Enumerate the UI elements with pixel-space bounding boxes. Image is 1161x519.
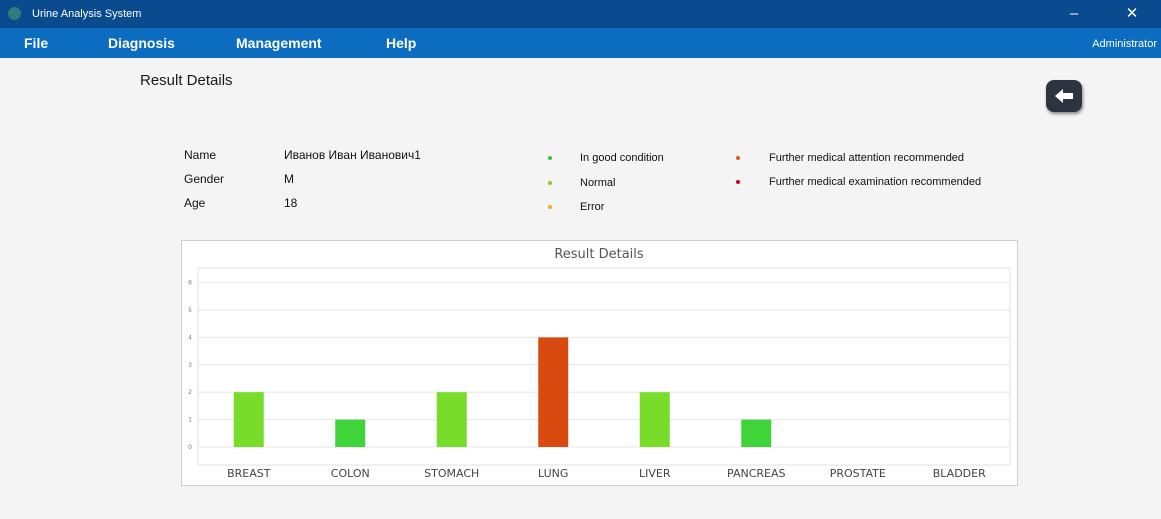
title-bar: Urine Analysis System – ✕ [0, 0, 1161, 28]
age-value: 18 [284, 196, 298, 210]
bar-colon [335, 419, 366, 447]
menu-management[interactable]: Management [236, 35, 322, 51]
x-label-bladder: BLADDER [933, 467, 986, 480]
gender-label: Gender [184, 172, 225, 186]
legend-good: In good condition [580, 152, 664, 164]
legend-dot-attention [736, 156, 740, 160]
bar-chart: Result Details 0 1 2 3 4 5 6 BREAST COLON STOMAC… [188, 247, 1011, 480]
x-label-colon: COLON [331, 467, 370, 480]
y-tick-label: 4 [188, 334, 192, 341]
legend-dot-examination [736, 180, 740, 184]
x-label-stomach: STOMACH [424, 467, 479, 480]
x-label-liver: LIVER [639, 467, 671, 480]
y-tick-label: 5 [188, 307, 192, 314]
back-button[interactable] [1046, 80, 1082, 112]
bar-lung [538, 337, 569, 447]
user-menu[interactable]: Administrator [1092, 38, 1157, 50]
legend-normal: Normal [580, 177, 616, 189]
minimize-button[interactable]: – [1054, 2, 1094, 26]
y-tick-label: 2 [188, 389, 192, 396]
legend-examination: Further medical examination recommended [769, 176, 982, 188]
age-label: Age [184, 196, 206, 210]
legend-dot-error [548, 205, 552, 209]
y-tick-label: 6 [188, 280, 192, 287]
menu-help[interactable]: Help [386, 35, 416, 51]
close-button[interactable]: ✕ [1112, 2, 1152, 26]
x-label-lung: LUNG [538, 467, 568, 480]
y-tick-label: 3 [188, 362, 192, 369]
result-chart: Result Details 0 1 2 3 4 5 6 BREAST COLON STOMAC… [181, 240, 1018, 486]
gender-value: M [284, 172, 294, 186]
app-icon [8, 7, 21, 20]
page-title: Result Details [140, 72, 233, 89]
legend-error: Error [580, 201, 605, 213]
legend-dot-good [548, 156, 552, 160]
chart-title: Result Details [554, 247, 644, 262]
menu-bar: File Diagnosis Management Help Administr… [0, 28, 1161, 58]
name-label: Name [184, 148, 217, 162]
name-value: Иванов Иван Иванович1 [284, 148, 421, 162]
bar-liver [639, 392, 670, 447]
bar-stomach [436, 392, 467, 447]
bar-breast [233, 392, 264, 447]
x-label-pancreas: PANCREAS [727, 467, 785, 480]
y-tick-label: 0 [188, 444, 192, 451]
window-title: Urine Analysis System [32, 8, 142, 20]
menu-diagnosis[interactable]: Diagnosis [108, 35, 175, 51]
legend-dot-normal [548, 181, 552, 185]
bar-pancreas [741, 419, 772, 447]
plot-area [197, 267, 1011, 466]
menu-file[interactable]: File [24, 35, 48, 51]
x-label-prostate: PROSTATE [830, 467, 886, 480]
y-tick-label: 1 [188, 417, 192, 424]
legend-attention: Further medical attention recommended [769, 152, 965, 164]
arrow-left-icon [1055, 89, 1073, 103]
x-label-breast: BREAST [227, 467, 271, 480]
